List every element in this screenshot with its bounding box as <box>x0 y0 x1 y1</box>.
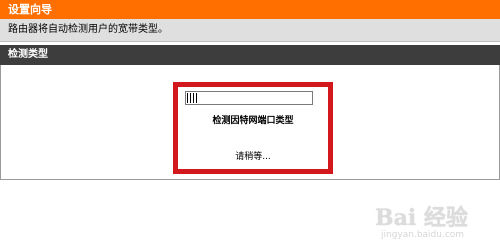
red-highlight-box <box>173 82 333 174</box>
router-setup-wizard: 设置向导 路由器将自动检测用户的宽带类型。 检测类型 检测因特网端口类型 请稍等… <box>0 0 500 250</box>
watermark-url: jingyan.baidu.com <box>381 230 465 240</box>
watermark-logo: Bai 经验 <box>375 205 468 231</box>
wizard-description: 路由器将自动检测用户的宽带类型。 <box>0 19 500 42</box>
baidu-jingyan-watermark: Bai 经验 jingyan.baidu.com <box>375 200 495 246</box>
wizard-title: 设置向导 <box>0 0 500 19</box>
section-title-detect-type: 检测类型 <box>0 45 500 65</box>
